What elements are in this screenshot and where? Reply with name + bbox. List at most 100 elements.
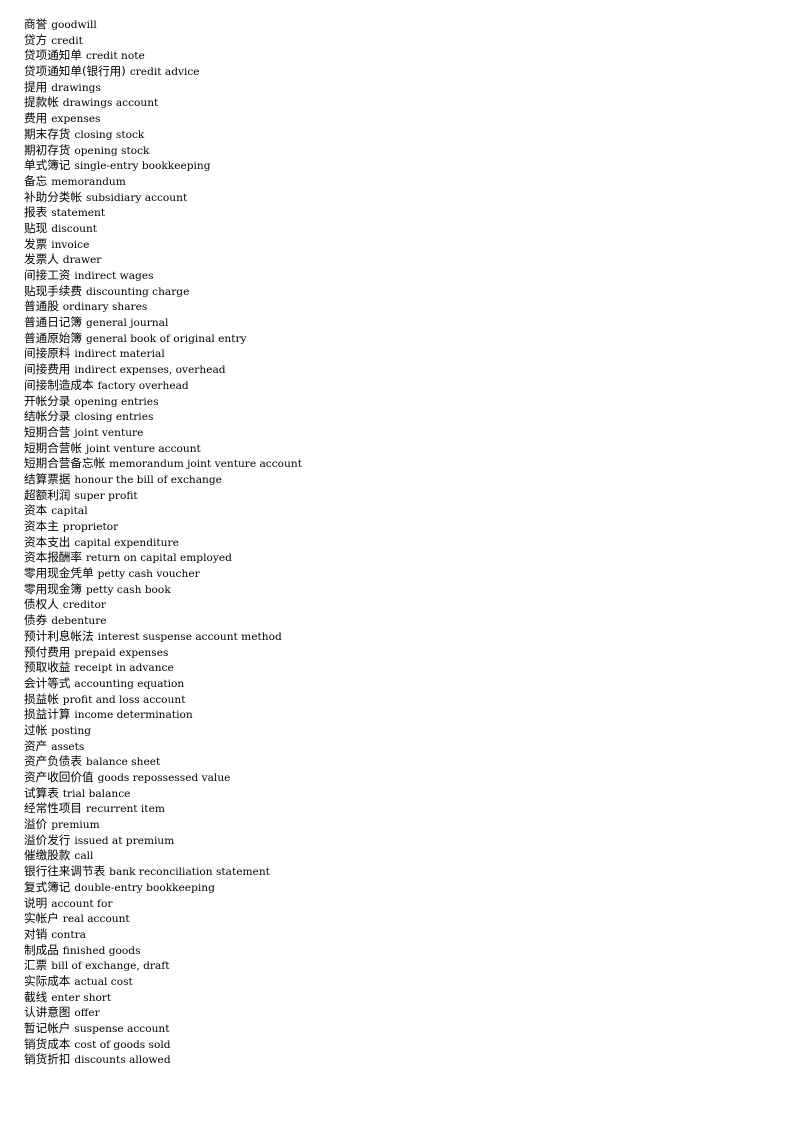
term-chinese: 过帐 (24, 722, 48, 737)
term-english: discounting charge (85, 285, 190, 298)
term-english: finished goods (62, 944, 141, 957)
term-english: opening entries (74, 395, 159, 408)
glossary-entry: 资产 assets (24, 739, 764, 755)
term-english: assets (51, 740, 85, 753)
glossary-entry: 补助分类帐 subsidiary account (24, 190, 764, 206)
term-english: return on capital employed (85, 552, 232, 565)
term-chinese: 零用现金簿 (24, 581, 82, 596)
glossary-entry: 溢价发行 issued at premium (24, 833, 764, 849)
term-english: credit advice (129, 66, 200, 79)
glossary-entry: 会计等式 accounting equation (24, 676, 764, 692)
glossary-entry: 间接制造成本 factory overhead (24, 378, 764, 394)
term-chinese: 损益计算 (24, 707, 71, 722)
term-chinese: 债券 (24, 613, 48, 628)
glossary-entry: 结帐分录 closing entries (24, 409, 764, 425)
glossary-entry: 备忘 memorandum (24, 174, 764, 190)
glossary-entry: 提款帐 drawings account (24, 95, 764, 111)
glossary-entry: 资本 capital (24, 503, 764, 519)
term-english: creditor (62, 599, 106, 612)
term-english: super profit (74, 489, 138, 502)
glossary-entry: 资本主 proprietor (24, 519, 764, 535)
term-chinese: 开帐分录 (24, 393, 71, 408)
glossary-entry: 贷项通知单(银行用) credit advice (24, 64, 764, 80)
glossary-entry: 间接工资 indirect wages (24, 268, 764, 284)
term-chinese: 报表 (24, 205, 48, 220)
glossary-entry: 对销 contra (24, 927, 764, 943)
glossary-entry: 普通原始簿 general book of original entry (24, 331, 764, 347)
term-chinese: 发票 (24, 236, 48, 251)
term-english: bill of exchange, draft (51, 960, 170, 973)
term-chinese: 资产 (24, 738, 48, 753)
term-chinese: 溢价 (24, 817, 48, 832)
term-chinese: 银行往来调节表 (24, 864, 106, 879)
term-english: statement (51, 207, 106, 220)
term-english: recurrent item (85, 803, 165, 816)
glossary-entry: 零用现金凭单 petty cash voucher (24, 566, 764, 582)
glossary-entry: 资本支出 capital expenditure (24, 535, 764, 551)
glossary-entry: 资本报酬率 return on capital employed (24, 550, 764, 566)
term-chinese: 普通股 (24, 299, 59, 314)
term-chinese: 贷方 (24, 32, 48, 47)
term-chinese: 试算表 (24, 785, 59, 800)
term-chinese: 间接原料 (24, 346, 71, 361)
term-english: capital (51, 505, 88, 518)
glossary-entry: 截线 enter short (24, 990, 764, 1006)
term-english: real account (62, 913, 130, 926)
glossary-entry: 单式簿记 single-entry bookkeeping (24, 158, 764, 174)
term-chinese: 损益帐 (24, 691, 59, 706)
term-chinese: 商誉 (24, 17, 48, 31)
term-chinese: 发票人 (24, 252, 59, 267)
glossary-entry: 超额利润 super profit (24, 488, 764, 504)
term-chinese: 认讲意图 (24, 1005, 71, 1020)
glossary-entry: 间接费用 indirect expenses, overhead (24, 362, 764, 378)
term-english: suspense account (74, 1023, 170, 1035)
term-english: drawer (62, 254, 102, 267)
term-chinese: 普通日记簿 (24, 315, 82, 330)
term-english: petty cash voucher (97, 568, 200, 581)
glossary-page: 商誉 goodwill 贷方 credit 贷项通知单 credit note 贷项通知单(… (0, 0, 794, 1123)
term-chinese: 结帐分录 (24, 409, 71, 424)
term-chinese: 短期合营帐 (24, 440, 82, 455)
glossary-entry: 贴现手续费 discounting charge (24, 284, 764, 300)
glossary-entry: 预付费用 prepaid expenses (24, 645, 764, 661)
term-english: credit note (85, 50, 145, 63)
glossary-entry: 结算票据 honour the bill of exchange (24, 472, 764, 488)
term-english: enter short (51, 991, 112, 1004)
term-chinese: 超额利润 (24, 487, 71, 502)
term-english: drawings (51, 81, 101, 94)
term-english: goodwill (51, 19, 97, 31)
term-english: discount (51, 222, 98, 235)
term-chinese: 预计利息帐法 (24, 628, 94, 643)
term-english: discounts allowed (74, 1054, 171, 1067)
term-chinese: 销货成本 (24, 1036, 71, 1051)
glossary-entry: 资产负债表 balance sheet (24, 754, 764, 770)
glossary-entry: 费用 expenses (24, 111, 764, 127)
term-english: trial balance (62, 787, 131, 800)
glossary-entry: 期末存货 closing stock (24, 127, 764, 143)
term-chinese: 制成品 (24, 942, 59, 957)
glossary-entry: 提用 drawings (24, 80, 764, 96)
term-english: proprietor (62, 521, 119, 533)
glossary-entry: 经常性项目 recurrent item (24, 801, 764, 817)
term-english: petty cash book (85, 583, 171, 596)
term-english: goods repossessed value (97, 772, 231, 784)
term-chinese: 结算票据 (24, 471, 71, 486)
glossary-entry: 普通日记簿 general journal (24, 315, 764, 331)
term-english: debenture (51, 615, 107, 628)
term-chinese: 零用现金凭单 (24, 566, 94, 581)
term-chinese: 汇票 (24, 958, 48, 973)
term-chinese: 间接制造成本 (24, 377, 94, 392)
glossary-entry: 损益计算 income determination (24, 707, 764, 723)
term-english: accounting equation (74, 677, 185, 690)
glossary-entry: 发票人 drawer (24, 252, 764, 268)
term-english: credit (51, 34, 83, 47)
term-english: joint venture account (85, 442, 201, 455)
term-english: double-entry bookkeeping (74, 881, 215, 894)
term-chinese: 资产负债表 (24, 754, 82, 769)
glossary-entry: 认讲意图 offer (24, 1005, 764, 1021)
glossary-entry: 商誉 goodwill (24, 17, 764, 33)
term-chinese: 期初存货 (24, 142, 71, 157)
term-chinese: 资本支出 (24, 534, 71, 549)
glossary-entry: 催缴股款 call (24, 848, 764, 864)
term-english: honour the bill of exchange (74, 473, 222, 486)
